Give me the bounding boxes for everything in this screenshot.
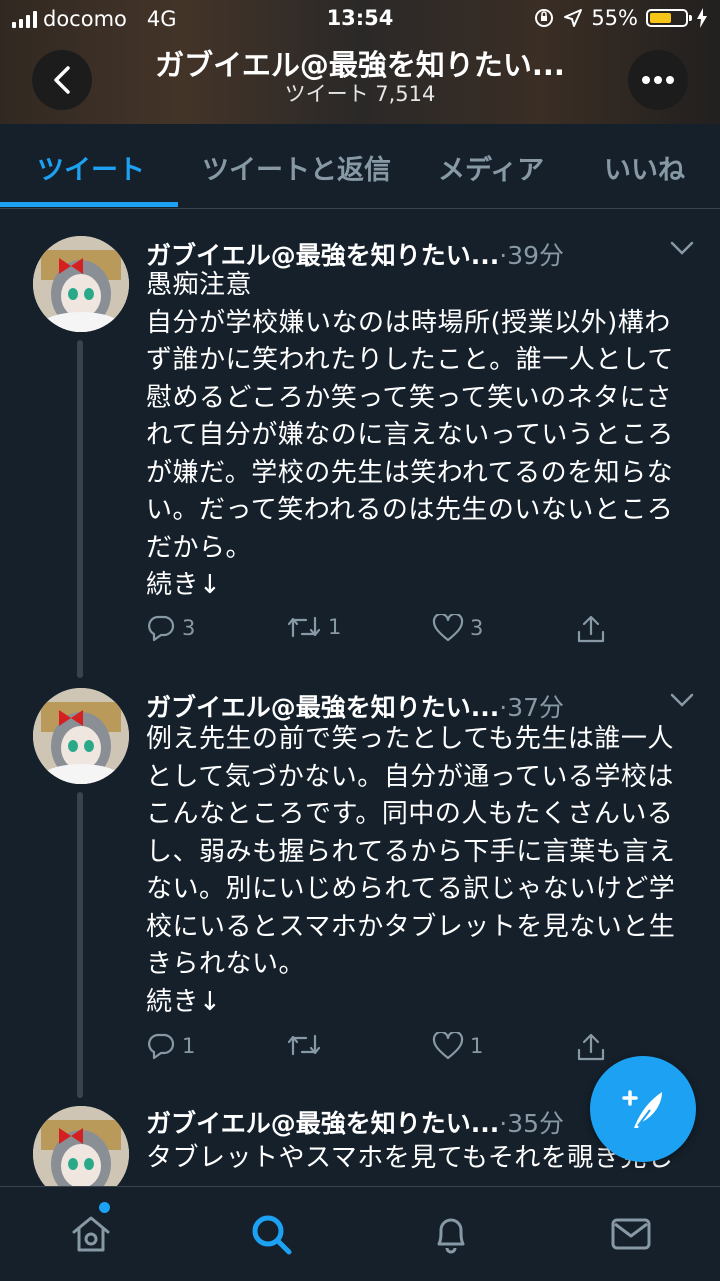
battery-icon <box>646 9 692 27</box>
home-icon <box>72 1216 110 1252</box>
compose-feather-icon <box>622 1090 662 1128</box>
like-count: 1 <box>470 1034 484 1058</box>
chevron-left-icon <box>54 66 70 94</box>
avatar[interactable] <box>33 688 129 784</box>
tweet-menu-button[interactable] <box>670 240 694 259</box>
tweet-header: ガブイエル@最強を知りたい...·35分 <box>146 1104 564 1140</box>
reply-icon <box>148 615 175 642</box>
tweet-author[interactable]: ガブイエル@最強を知りたい... <box>146 693 499 722</box>
tab-tweets[interactable]: ツイート <box>37 148 145 187</box>
tweet-time: ·35分 <box>499 1109 565 1138</box>
retweet-button[interactable]: 1 <box>286 614 341 640</box>
retweet-icon <box>287 1034 321 1056</box>
tab-likes[interactable]: いいね <box>604 148 685 187</box>
avatar-image <box>33 236 129 332</box>
like-button[interactable]: 1 <box>432 1032 483 1060</box>
tweet-actions: 3 1 3 <box>146 614 616 648</box>
orientation-lock-icon <box>535 9 554 27</box>
like-button[interactable]: 3 <box>432 614 483 642</box>
heart-icon <box>432 1032 464 1060</box>
share-icon <box>577 1033 605 1061</box>
share-icon <box>577 615 605 643</box>
nav-notifications[interactable] <box>426 1209 476 1259</box>
reply-button[interactable]: 1 <box>146 1032 195 1060</box>
tab-media[interactable]: メディア <box>438 148 544 187</box>
search-icon <box>252 1215 292 1255</box>
status-right: 55% <box>533 6 708 30</box>
tab-tweets-and-replies[interactable]: ツイートと返信 <box>202 148 391 187</box>
more-dots-icon <box>642 76 674 84</box>
reply-button[interactable]: 3 <box>146 614 195 642</box>
retweet-count: 1 <box>328 615 342 639</box>
bottom-nav <box>0 1186 720 1281</box>
share-button[interactable] <box>576 1032 606 1062</box>
notifications-icon <box>437 1218 465 1254</box>
retweet-button[interactable] <box>286 1032 328 1058</box>
avatar-image <box>33 688 129 784</box>
location-icon <box>564 9 583 27</box>
heart-icon <box>432 614 464 642</box>
compose-tweet-button[interactable] <box>590 1056 696 1162</box>
tweet-time: ·37分 <box>499 693 565 722</box>
tweet-text: 愚痴注意 自分が学校嫌いなのは時場所(授業以外)構わず誰かに笑われたりしたこと。… <box>146 270 674 600</box>
battery-percent: 55% <box>591 6 638 30</box>
like-count: 3 <box>470 616 484 640</box>
retweet-icon <box>287 616 321 638</box>
reply-icon <box>148 1033 175 1060</box>
tweet-author[interactable]: ガブイエル@最強を知りたい... <box>146 1109 499 1138</box>
share-button[interactable] <box>576 614 606 644</box>
thread-line <box>77 340 83 678</box>
tweet-menu-button[interactable] <box>670 692 694 711</box>
home-notification-dot <box>99 1202 110 1213</box>
tweet-actions: 1 1 <box>146 1032 616 1066</box>
status-bar: docomo 4G 13:54 55% <box>0 0 720 40</box>
avatar[interactable] <box>33 236 129 332</box>
tweet-count: ツイート 7,514 <box>284 82 436 106</box>
more-button[interactable] <box>628 50 688 110</box>
tweet-text: 例え先生の前で笑ったとしても先生は誰一人として気づかない。自分が通っている学校は… <box>146 724 676 1017</box>
nav-home[interactable] <box>66 1209 116 1259</box>
reply-count: 3 <box>182 616 196 640</box>
profile-tabs: ツイート ツイートと返信 メディア いいね <box>0 124 720 209</box>
back-button[interactable] <box>32 50 92 110</box>
charging-icon <box>697 8 707 28</box>
avatar-image <box>33 1106 129 1186</box>
profile-header: docomo 4G 13:54 55% ガブイエル@最強を知りたい... ツイー… <box>0 0 720 124</box>
messages-icon <box>611 1218 651 1250</box>
active-tab-indicator <box>0 202 178 207</box>
tweet-time: ·39分 <box>499 241 565 270</box>
tweet-author[interactable]: ガブイエル@最強を知りたい... <box>146 241 499 270</box>
nav-messages[interactable] <box>606 1209 656 1259</box>
thread-line <box>77 792 83 1098</box>
avatar[interactable] <box>33 1106 129 1186</box>
chevron-down-icon <box>670 241 694 255</box>
reply-count: 1 <box>182 1034 196 1058</box>
tweet-header: ガブイエル@最強を知りたい...·37分 <box>146 688 564 724</box>
chevron-down-icon <box>670 693 694 707</box>
nav-search[interactable] <box>246 1209 296 1259</box>
